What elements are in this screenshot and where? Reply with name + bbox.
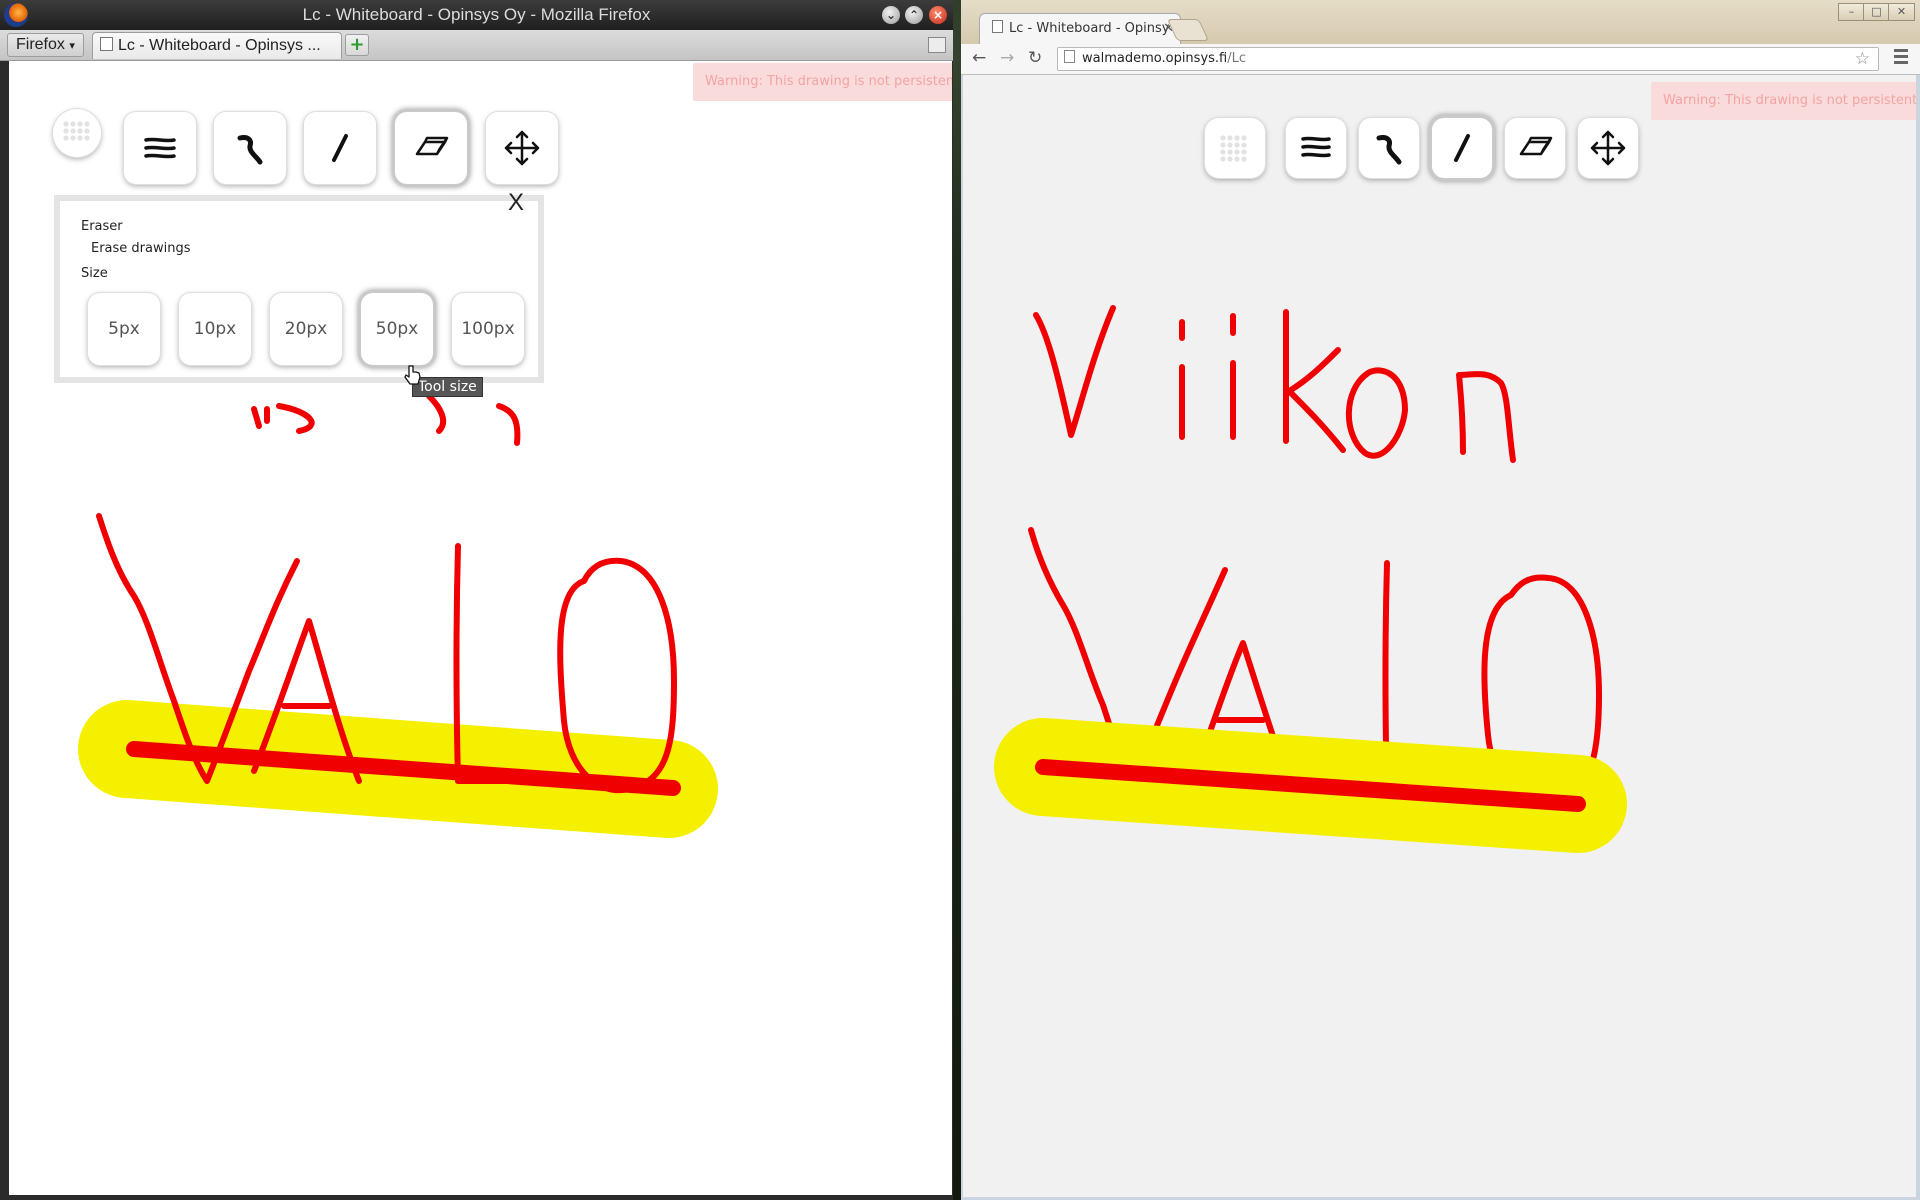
chevron-down-icon: ▾ (69, 40, 75, 52)
panel-description: Erase drawings (91, 241, 191, 256)
move-tool-button[interactable] (486, 112, 558, 184)
eraser-icon (1519, 136, 1553, 156)
page-icon (1064, 50, 1075, 63)
firefox-window: Lc - Whiteboard - Opinsys Oy - Mozilla F… (0, 0, 953, 1200)
eraser-tool-button[interactable] (395, 112, 467, 184)
page-icon (100, 37, 113, 51)
url-path: /Lc (1227, 51, 1247, 66)
stroke-width-tool-button[interactable] (1286, 118, 1346, 178)
eraser-tool-button[interactable] (1505, 118, 1565, 178)
address-bar[interactable]: walmademo.opinsys.fi/Lc ☆ (1057, 47, 1879, 71)
chrome-window: Lc - Whiteboard - Opinsy ✕ – □ ✕ ← → ↻ wa… (961, 0, 1920, 1200)
lines-icon (144, 137, 176, 159)
move-arrows-icon (504, 130, 540, 166)
chrome-titlebar[interactable]: Lc - Whiteboard - Opinsy ✕ – □ ✕ (961, 0, 1920, 45)
tab-groups-icon[interactable] (928, 37, 946, 53)
firefox-tab-bar: Firefox ▾ Lc - Whiteboard - Opinsys ... … (0, 30, 953, 61)
close-icon[interactable]: × (929, 6, 947, 24)
forward-arrow-icon[interactable]: → (1000, 48, 1014, 68)
size-label: Size (81, 266, 108, 281)
firefox-menu-button[interactable]: Firefox ▾ (7, 33, 84, 57)
url-host: walmademo.opinsys.fi (1082, 51, 1228, 66)
close-panel-button[interactable]: X (508, 189, 524, 217)
chevron-up-icon[interactable]: ⌃ (905, 6, 923, 24)
pen-stroke-icon (237, 135, 263, 165)
line-icon (332, 134, 348, 162)
size-5px-button[interactable]: 5px (88, 293, 160, 365)
lines-icon (1301, 136, 1331, 158)
size-100px-button[interactable]: 100px (452, 293, 524, 365)
maximize-icon[interactable]: □ (1863, 3, 1890, 21)
move-arrows-icon (1590, 130, 1626, 166)
line-tool-button[interactable] (304, 112, 376, 184)
colour-tool-button[interactable] (1205, 118, 1265, 178)
chrome-tab[interactable]: Lc - Whiteboard - Opinsy ✕ (979, 13, 1181, 45)
star-icon[interactable]: ☆ (1855, 48, 1870, 70)
chevron-down-icon[interactable]: ⌄ (882, 6, 900, 24)
minimize-icon[interactable]: – (1838, 3, 1865, 21)
line-tool-button[interactable] (1432, 118, 1492, 178)
pen-tool-button[interactable] (214, 112, 286, 184)
firefox-window-title: Lc - Whiteboard - Opinsys Oy - Mozilla F… (302, 5, 651, 24)
chrome-page-content[interactable]: Warning: This drawing is not persistent! (963, 75, 1916, 1197)
size-50px-button[interactable]: 50px (361, 293, 433, 365)
eraser-settings-panel: X Eraser Erase drawings Size 5px 10px 20… (54, 189, 544, 383)
firefox-titlebar[interactable]: Lc - Whiteboard - Opinsys Oy - Mozilla F… (0, 0, 953, 30)
size-20px-button[interactable]: 20px (270, 293, 342, 365)
menu-icon[interactable] (1894, 49, 1908, 67)
firefox-tab-title: Lc - Whiteboard - Opinsys ... (118, 37, 321, 54)
move-tool-button[interactable] (1578, 118, 1638, 178)
size-10px-button[interactable]: 10px (179, 293, 251, 365)
firefox-tab[interactable]: Lc - Whiteboard - Opinsys ... (92, 32, 342, 59)
page-icon (992, 20, 1003, 33)
reload-icon[interactable]: ↻ (1028, 48, 1042, 68)
stroke-width-tool-button[interactable] (124, 112, 196, 184)
dot-grid-icon (1220, 135, 1247, 162)
pen-tool-button[interactable] (1359, 118, 1419, 178)
whiteboard-canvas[interactable] (963, 75, 1916, 1197)
close-icon[interactable]: ✕ (1888, 3, 1915, 21)
colour-tool-button[interactable] (53, 109, 101, 157)
back-arrow-icon[interactable]: ← (972, 48, 986, 68)
firefox-page-content[interactable]: Warning: This drawing is not persistent! (9, 61, 952, 1195)
firefox-menu-label: Firefox (16, 36, 65, 53)
chrome-tab-title: Lc - Whiteboard - Opinsy (1009, 21, 1170, 36)
dot-grid-icon (63, 121, 90, 141)
eraser-icon (415, 136, 449, 156)
line-icon (1454, 134, 1470, 162)
pen-stroke-icon (1376, 135, 1402, 165)
panel-title: Eraser (81, 219, 123, 234)
new-tab-plus-icon[interactable]: + (345, 34, 369, 56)
chrome-toolbar: ← → ↻ walmademo.opinsys.fi/Lc ☆ (961, 44, 1920, 75)
hand-cursor-icon (404, 365, 421, 385)
